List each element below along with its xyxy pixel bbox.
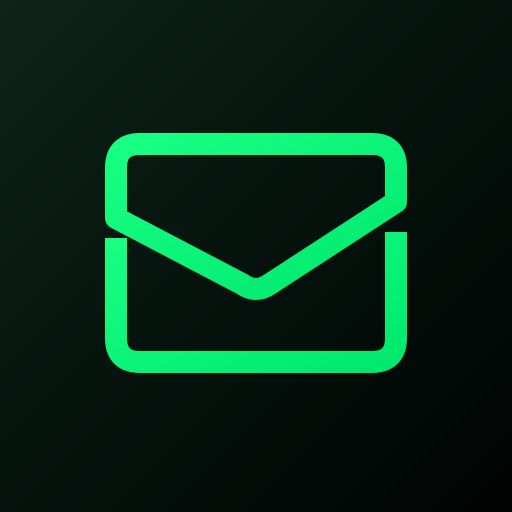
- mail-app-icon[interactable]: [0, 0, 512, 512]
- envelope-flap: [105, 133, 407, 300]
- mail-envelope-icon: [105, 133, 407, 373]
